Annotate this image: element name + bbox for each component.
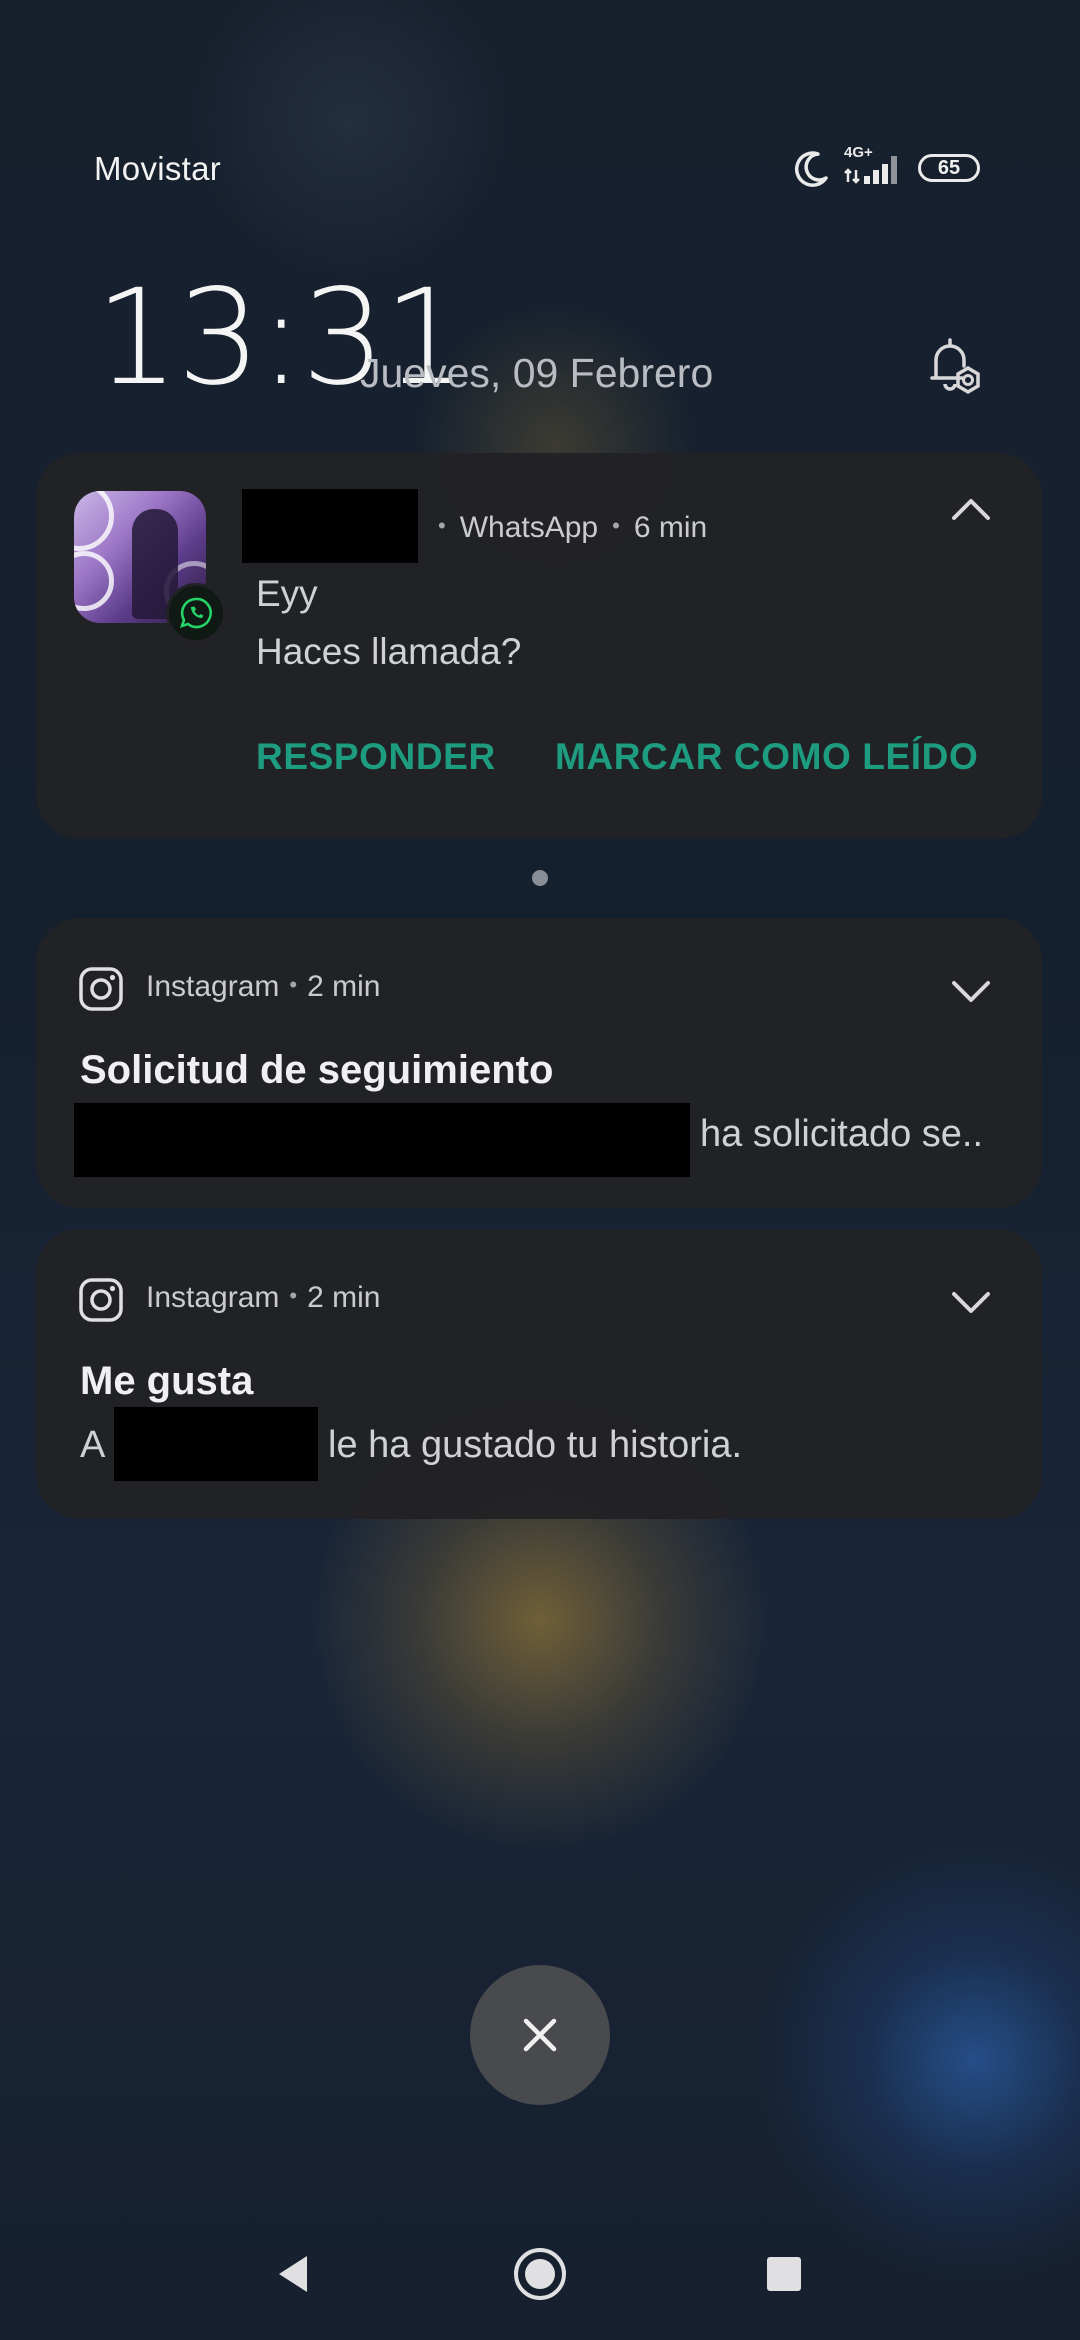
mark-as-read-button[interactable]: MARCAR COMO LEÍDO xyxy=(555,736,978,778)
clear-notifications-button[interactable] xyxy=(470,1965,610,2105)
app-name: Instagram xyxy=(146,970,280,1003)
message-line-1: Eyy xyxy=(256,573,318,614)
notification-meta: Instagram • 2 min xyxy=(146,970,381,1003)
expand-chevron-icon[interactable] xyxy=(946,1277,996,1327)
lock-date: Jueves, 09 Febrero xyxy=(360,350,714,396)
notification-meta: • WhatsApp • 6 min xyxy=(438,511,708,544)
instagram-notification-like[interactable]: Instagram • 2 min Me gusta A le ha gustado… xyxy=(36,1229,1042,1519)
instagram-icon xyxy=(79,967,123,1011)
recents-button[interactable] xyxy=(754,2244,814,2304)
message-line-2: Haces llamada? xyxy=(256,631,522,672)
redacted-username xyxy=(114,1407,318,1481)
notification-meta: Instagram • 2 min xyxy=(146,1281,381,1314)
notification-time: 2 min xyxy=(307,970,381,1003)
redacted-username xyxy=(74,1103,690,1177)
close-icon xyxy=(523,2018,557,2052)
notification-body-prefix: A xyxy=(80,1424,106,1466)
redacted-sender xyxy=(242,489,418,563)
carrier-name: Movistar xyxy=(94,150,222,187)
reply-button[interactable]: RESPONDER xyxy=(256,736,496,778)
home-icon xyxy=(514,2248,566,2300)
signal-icon: 4G+ xyxy=(842,144,908,188)
notification-title: Me gusta xyxy=(80,1359,254,1403)
battery-level: 65 xyxy=(937,156,961,179)
home-button[interactable] xyxy=(510,2244,570,2304)
collapse-chevron-icon[interactable] xyxy=(946,485,996,535)
back-icon xyxy=(279,2256,307,2292)
battery-icon: 65 xyxy=(918,154,980,182)
notification-title: Solicitud de seguimiento xyxy=(80,1048,554,1092)
recents-icon xyxy=(767,2257,801,2291)
whatsapp-notification[interactable]: • WhatsApp • 6 min Eyy Haces llamada? RESPO… xyxy=(36,453,1042,839)
notification-settings-icon[interactable] xyxy=(918,332,988,402)
page-indicator xyxy=(532,870,548,886)
app-name: WhatsApp xyxy=(459,511,599,544)
notification-time: 6 min xyxy=(633,511,708,544)
instagram-icon xyxy=(79,1278,123,1322)
instagram-notification-follow[interactable]: Instagram • 2 min Solicitud de seguimiento… xyxy=(36,918,1042,1208)
expand-chevron-icon[interactable] xyxy=(946,966,996,1016)
notification-body: ha solicitado se.. xyxy=(700,1113,984,1155)
moon-icon xyxy=(795,151,828,187)
whatsapp-icon xyxy=(166,583,226,643)
app-name: Instagram xyxy=(146,1281,280,1314)
status-icons: 4G+ 65 xyxy=(792,144,980,188)
back-button[interactable] xyxy=(263,2244,323,2304)
notification-body: le ha gustado tu historia. xyxy=(328,1424,743,1466)
notification-time: 2 min xyxy=(307,1281,381,1314)
